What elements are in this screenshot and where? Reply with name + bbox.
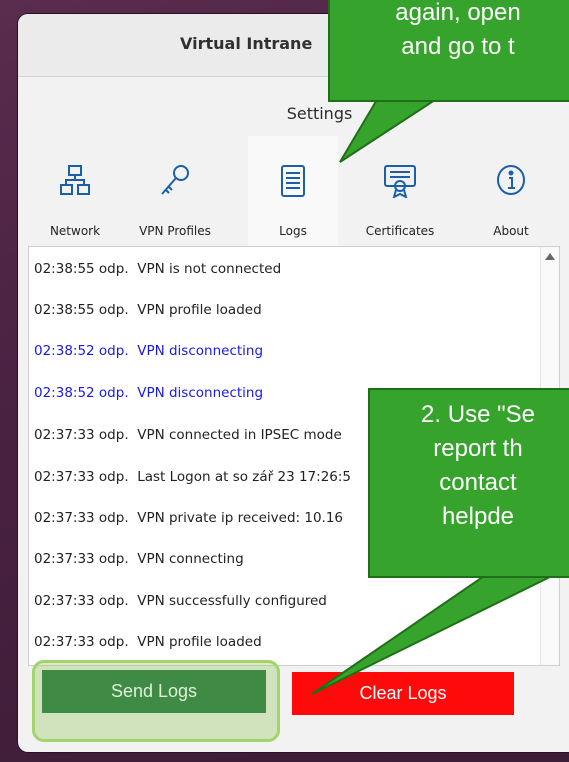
log-entry: 02:37:33 odp. VPN private ip received: 1… — [34, 510, 344, 526]
log-entry: 02:37:33 odp. VPN successfully configure… — [34, 593, 327, 609]
send-logs-button[interactable]: Send Logs — [42, 670, 266, 713]
settings-heading: Settings — [286, 104, 353, 123]
callout-top: again, open and go to t — [328, 0, 569, 102]
log-entry: 02:37:33 odp. VPN profile loaded — [34, 634, 262, 650]
tab-logs-label: Logs — [279, 224, 307, 238]
key-icon — [161, 165, 189, 195]
callout-top-line: and go to t — [401, 33, 515, 60]
tab-network[interactable]: Network — [30, 136, 120, 246]
callout-top-line: again, open — [395, 0, 521, 26]
callout-bottom: 2. Use "Se report th contact helpde — [368, 388, 569, 578]
log-entry: 02:37:33 odp. Last Logon at so zář 23 17… — [34, 469, 352, 485]
callout-top-tail — [339, 97, 442, 163]
callout-bottom-line: report th — [433, 435, 523, 462]
tab-certificates-label: Certificates — [365, 224, 435, 238]
network-icon — [60, 165, 90, 195]
document-icon — [281, 165, 305, 197]
tab-network-label: Network — [49, 224, 101, 238]
callout-bottom-line: 2. Use "Se — [421, 401, 535, 428]
log-entry: 02:38:52 odp. VPN disconnecting — [34, 385, 264, 401]
certificate-icon — [384, 165, 416, 198]
info-icon — [497, 165, 525, 195]
log-entry: 02:37:33 odp. VPN connected in IPSEC mod… — [34, 427, 342, 443]
tab-vpn-profiles[interactable]: VPN Profiles — [130, 136, 220, 246]
settings-tabs: Network VPN Profiles Logs Certificates A… — [30, 136, 560, 246]
tab-about-label: About — [493, 224, 529, 238]
callout-bottom-line: helpde — [441, 503, 515, 530]
callout-bottom-tail — [311, 571, 561, 695]
log-entry: 02:38:52 odp. VPN disconnecting — [34, 343, 264, 359]
callout-bottom-line: contact — [439, 469, 517, 496]
log-entry: 02:38:55 odp. VPN is not connected — [34, 261, 282, 277]
log-entry: 02:37:33 odp. VPN connecting — [34, 551, 244, 567]
tab-about[interactable]: About — [466, 136, 556, 246]
scroll-up-arrow-icon[interactable] — [545, 253, 555, 260]
window-title: Virtual Intrane — [180, 34, 313, 53]
log-entry: 02:38:55 odp. VPN profile loaded — [34, 302, 262, 318]
tab-vpn-profiles-label: VPN Profiles — [139, 224, 211, 238]
tab-logs[interactable]: Logs — [248, 136, 338, 246]
